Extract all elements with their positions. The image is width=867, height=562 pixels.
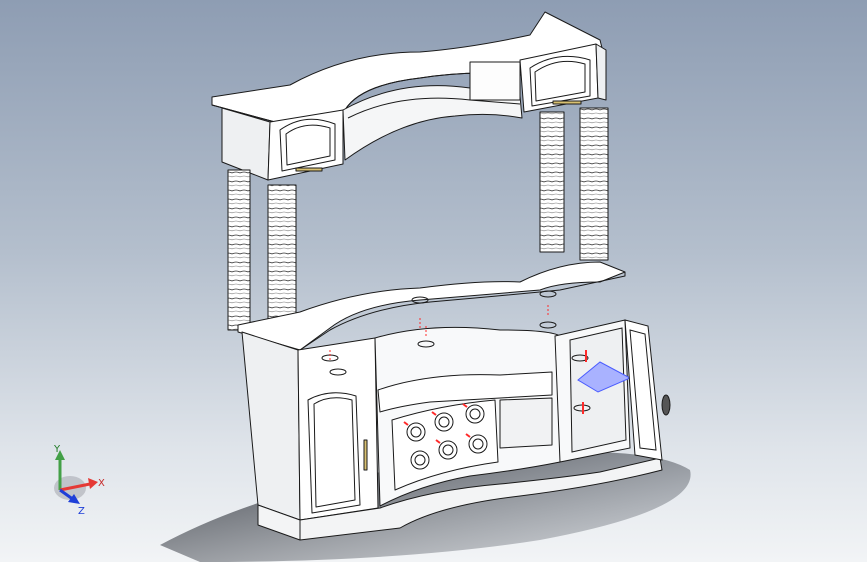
column-right-front <box>579 107 609 261</box>
counter-hole-5 <box>539 321 557 329</box>
cabinet-3d-model[interactable] <box>0 0 867 562</box>
column-right-rear <box>539 111 565 253</box>
triad-x-label: X <box>98 478 105 489</box>
base-left-handle[interactable] <box>363 439 368 471</box>
wine-holder-4 <box>410 450 430 470</box>
upper-right-handle[interactable] <box>552 100 582 105</box>
column-left-rear <box>227 169 251 331</box>
base-left-side <box>241 331 301 521</box>
upper-left-handle[interactable] <box>295 167 323 172</box>
upper-center-shelf-box <box>469 61 521 101</box>
counter-hole-2 <box>539 290 557 298</box>
triad-y-label: Y <box>53 444 61 455</box>
triad-z-label: Z <box>78 506 85 517</box>
base-right-door-knob[interactable] <box>661 394 671 416</box>
view-triad[interactable]: Y X Z <box>40 440 120 520</box>
center-open-niche <box>499 397 553 449</box>
graphics-viewport[interactable]: Y X Z <box>0 0 867 562</box>
upper-right-cabinet-side <box>595 43 607 101</box>
